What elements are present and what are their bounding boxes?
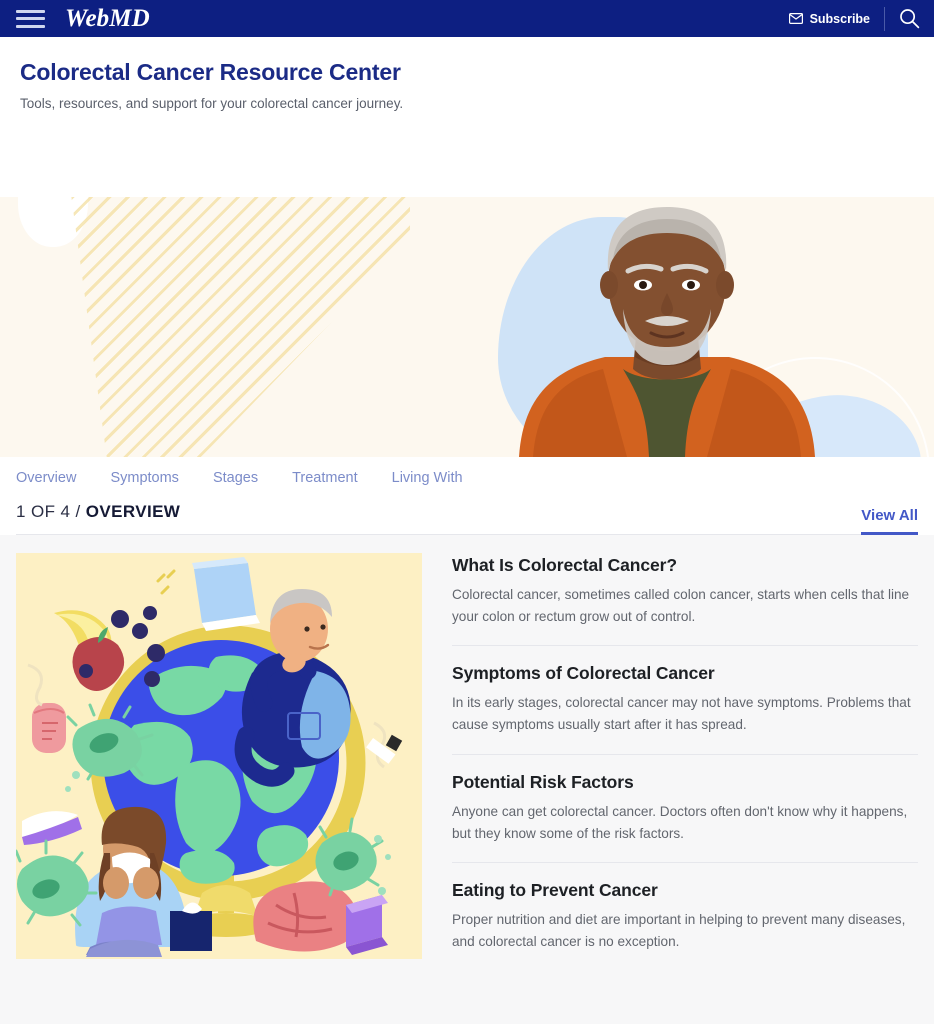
article-title: Potential Risk Factors	[452, 771, 634, 792]
globe-illustration-svg	[16, 553, 422, 959]
envelope-icon	[788, 13, 803, 24]
article-item[interactable]: What Is Colorectal Cancer? Colorectal ca…	[452, 555, 918, 647]
webmd-logo[interactable]: WebMD	[65, 6, 150, 31]
page-subtitle: Tools, resources, and support for your c…	[20, 96, 404, 111]
article-title: What Is Colorectal Cancer?	[452, 555, 677, 575]
hero-hatch-pattern	[70, 197, 410, 457]
article-item[interactable]: Symptoms of Colorectal Cancer In its ear…	[452, 663, 918, 755]
hero-banner	[0, 197, 934, 457]
tab-living-with[interactable]: Living With	[392, 470, 463, 488]
article-item[interactable]: Potential Risk Factors Anyone can get co…	[452, 772, 918, 863]
subscribe-label: Subscribe	[809, 11, 870, 26]
article-summary: Anyone can get colorectal cancer. Doctor…	[452, 803, 908, 841]
hero-person-image	[519, 207, 815, 457]
tab-stages[interactable]: Stages	[213, 470, 258, 488]
page-title: Colorectal Cancer Resource Center	[20, 59, 401, 85]
tab-overview[interactable]: Overview	[16, 470, 76, 488]
section-navigation: Overview Symptoms Stages Treatment Livin…	[0, 457, 934, 535]
tab-treatment[interactable]: Treatment	[292, 470, 358, 488]
article-list: What Is Colorectal Cancer? Colorectal ca…	[452, 553, 918, 995]
article-title: Eating to Prevent Cancer	[452, 879, 658, 900]
view-all-link[interactable]: View All	[861, 507, 918, 535]
tab-list: Overview Symptoms Stages Treatment Livin…	[16, 457, 918, 488]
article-title: Symptoms of Colorectal Cancer	[452, 663, 715, 684]
subhead-row: 1 OF 4 / OVERVIEW View All	[16, 488, 918, 535]
section-name: OVERVIEW	[85, 502, 181, 521]
article-summary: Colorectal cancer, sometimes called colo…	[452, 587, 910, 625]
tab-symptoms[interactable]: Symptoms	[110, 470, 179, 488]
search-button[interactable]	[885, 8, 920, 29]
section-counter-text: 1 OF 4 /	[16, 502, 86, 521]
article-summary: In its early stages, colorectal cancer m…	[452, 695, 911, 733]
overview-illustration	[16, 553, 422, 959]
page-header: Colorectal Cancer Resource Center Tools,…	[0, 37, 934, 197]
topbar-actions: Subscribe	[788, 0, 920, 37]
search-icon	[900, 9, 920, 29]
article-summary: Proper nutrition and diet are important …	[452, 911, 906, 950]
article-item[interactable]: Eating to Prevent Cancer Proper nutritio…	[452, 880, 918, 970]
hamburger-menu-icon[interactable]	[16, 8, 45, 30]
section-counter: 1 OF 4 / OVERVIEW	[16, 502, 180, 522]
subscribe-button[interactable]: Subscribe	[788, 11, 884, 26]
main-content: What Is Colorectal Cancer? Colorectal ca…	[0, 535, 934, 995]
top-navigation-bar: WebMD Subscribe	[0, 0, 934, 37]
